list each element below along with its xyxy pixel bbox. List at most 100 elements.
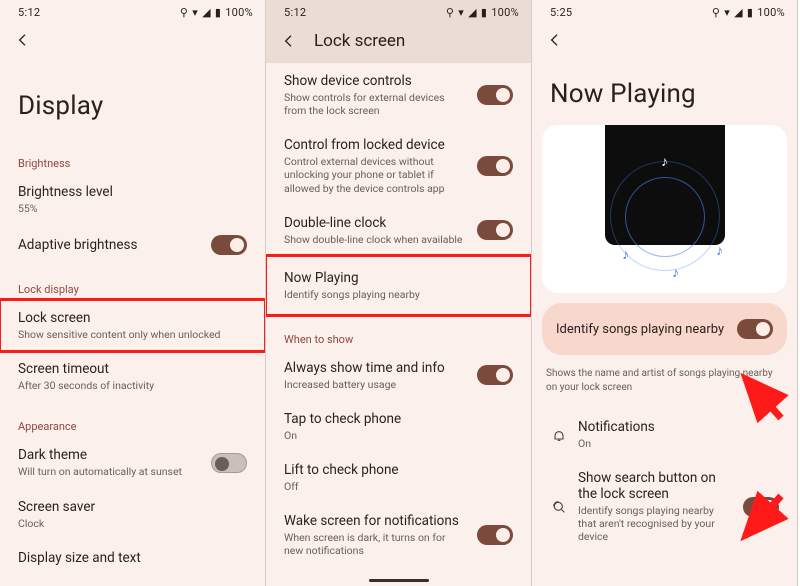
status-icons: ⚲ ▾ ◢ ▮ 100%: [712, 6, 785, 19]
signal-icon: ◢: [734, 6, 743, 19]
battery-icon: ▮: [747, 6, 753, 19]
status-bar: 5:12 ⚲ ▾ ◢ ▮ 100%: [0, 0, 265, 23]
row-lock-screen[interactable]: Lock screen Show sensitive content only …: [0, 300, 265, 351]
adaptive-title: Adaptive brightness: [18, 237, 201, 253]
back-icon[interactable]: [14, 31, 32, 49]
timeout-sub: After 30 seconds of inactivity: [18, 379, 247, 392]
brightness-level-title: Brightness level: [18, 184, 247, 200]
dbl-toggle[interactable]: [477, 220, 513, 240]
dark-title: Dark theme: [18, 447, 201, 463]
row-identify-songs[interactable]: Identify songs playing nearby: [542, 303, 787, 355]
displaysize-title: Display size and text: [18, 550, 247, 566]
ctrllock-sub: Control external devices without unlocki…: [284, 155, 467, 194]
status-bar: 5:12 ⚲ ▾ ◢ ▮ 100%: [266, 0, 531, 23]
row-screen-saver[interactable]: Screen saver Clock: [0, 489, 265, 540]
page-title: Lock screen: [314, 31, 405, 51]
row-screen-timeout[interactable]: Screen timeout After 30 seconds of inact…: [0, 351, 265, 402]
dark-sub: Will turn on automatically at sunset: [18, 465, 201, 478]
header: [0, 23, 265, 55]
wake-toggle[interactable]: [477, 525, 513, 545]
signal-icon: ◢: [202, 6, 211, 19]
battery-pct: 100%: [225, 6, 253, 19]
search-sub: Identify songs playing nearby that aren'…: [578, 504, 733, 543]
row-control-from-locked[interactable]: Control from locked device Control exter…: [266, 127, 531, 204]
dark-toggle[interactable]: [211, 453, 247, 473]
brightness-level-sub: 55%: [18, 202, 247, 215]
row-show-device-controls[interactable]: Show device controls Show controls for e…: [266, 63, 531, 127]
battery-pct: 100%: [491, 6, 519, 19]
nav-pill[interactable]: [369, 579, 429, 582]
search-title: Show search button on the lock screen: [578, 470, 733, 502]
row-adaptive-brightness[interactable]: Adaptive brightness: [0, 225, 265, 265]
wake-sub: When screen is dark, it turns on for new…: [284, 531, 467, 557]
battery-pct: 100%: [757, 6, 785, 19]
clock: 5:12: [18, 6, 40, 19]
battery-icon: ▮: [215, 6, 221, 19]
devctrl-sub: Show controls for external devices from …: [284, 91, 467, 117]
signal-icon: ◢: [468, 6, 477, 19]
search-history-icon: [550, 499, 568, 515]
row-show-search-button[interactable]: Show search button on the lock screen Id…: [532, 460, 797, 553]
row-lift-to-check[interactable]: Lift to check phone Off: [266, 452, 531, 503]
row-double-line-clock[interactable]: Double-line clock Show double-line clock…: [266, 205, 531, 256]
float-note-icon: ♪: [672, 264, 679, 281]
lockscreen-title: Lock screen: [18, 310, 247, 326]
status-icons: ⚲ ▾ ◢ ▮ 100%: [180, 6, 253, 19]
saver-sub: Clock: [18, 517, 247, 530]
section-when-to-show: When to show: [266, 315, 531, 350]
panel-now-playing: 5:25 ⚲ ▾ ◢ ▮ 100% Now Playing ♪ ♪ ♪ ♪ Id…: [532, 0, 798, 586]
row-always-show[interactable]: Always show time and info Increased batt…: [266, 350, 531, 401]
wifi-icon: ▾: [458, 6, 464, 19]
np-sub: Identify songs playing nearby: [284, 288, 513, 301]
row-dark-theme[interactable]: Dark theme Will turn on automatically at…: [0, 437, 265, 488]
lift-sub: Off: [284, 480, 513, 493]
header: Lock screen: [266, 23, 531, 63]
tap-title: Tap to check phone: [284, 411, 513, 427]
wifi-icon: ▾: [192, 6, 198, 19]
timeout-title: Screen timeout: [18, 361, 247, 377]
np-title: Now Playing: [284, 270, 513, 286]
wake-title: Wake screen for notifications: [284, 513, 467, 529]
status-bar: 5:25 ⚲ ▾ ◢ ▮ 100%: [532, 0, 797, 23]
float-note-icon: ♪: [622, 246, 629, 263]
row-wake-screen[interactable]: Wake screen for notifications When scree…: [266, 503, 531, 567]
row-brightness-level[interactable]: Brightness level 55%: [0, 174, 265, 225]
now-playing-preview: ♪ ♪ ♪ ♪: [542, 125, 787, 293]
back-icon[interactable]: [546, 31, 564, 49]
section-appearance: Appearance: [0, 402, 265, 437]
page-title: Now Playing: [532, 55, 797, 117]
saver-title: Screen saver: [18, 499, 247, 515]
battery-icon: ▮: [481, 6, 487, 19]
identify-helper: Shows the name and artist of songs playi…: [532, 363, 797, 409]
lift-title: Lift to check phone: [284, 462, 513, 478]
row-notifications[interactable]: Notifications On: [532, 409, 797, 460]
dbl-title: Double-line clock: [284, 215, 467, 231]
identify-title: Identify songs playing nearby: [556, 322, 727, 337]
notif-title: Notifications: [578, 419, 779, 435]
bluetooth-icon: ⚲: [180, 6, 188, 19]
float-note-icon: ♪: [716, 242, 723, 259]
always-toggle[interactable]: [477, 365, 513, 385]
identify-toggle[interactable]: [737, 319, 773, 339]
clock: 5:25: [550, 6, 572, 19]
panel-lock-screen: 5:12 ⚲ ▾ ◢ ▮ 100% Lock screen Show devic…: [266, 0, 532, 586]
section-lock-display: Lock display: [0, 265, 265, 300]
dbl-sub: Show double-line clock when available: [284, 233, 467, 246]
always-title: Always show time and info: [284, 360, 467, 376]
row-now-playing[interactable]: Now Playing Identify songs playing nearb…: [266, 256, 531, 315]
row-tap-to-check[interactable]: Tap to check phone On: [266, 401, 531, 452]
wifi-icon: ▾: [724, 6, 730, 19]
phone-mock-icon: ♪: [605, 125, 725, 245]
adaptive-toggle[interactable]: [211, 235, 247, 255]
devctrl-toggle[interactable]: [477, 85, 513, 105]
section-brightness: Brightness: [0, 139, 265, 174]
always-sub: Increased battery usage: [284, 378, 467, 391]
search-toggle[interactable]: [743, 497, 779, 517]
page-title: Display: [0, 55, 265, 139]
devctrl-title: Show device controls: [284, 73, 467, 89]
row-display-size[interactable]: Display size and text: [0, 540, 265, 576]
bluetooth-icon: ⚲: [712, 6, 720, 19]
back-icon[interactable]: [280, 32, 298, 50]
panel-display: 5:12 ⚲ ▾ ◢ ▮ 100% Display Brightness Bri…: [0, 0, 266, 586]
ctrllock-toggle[interactable]: [477, 156, 513, 176]
